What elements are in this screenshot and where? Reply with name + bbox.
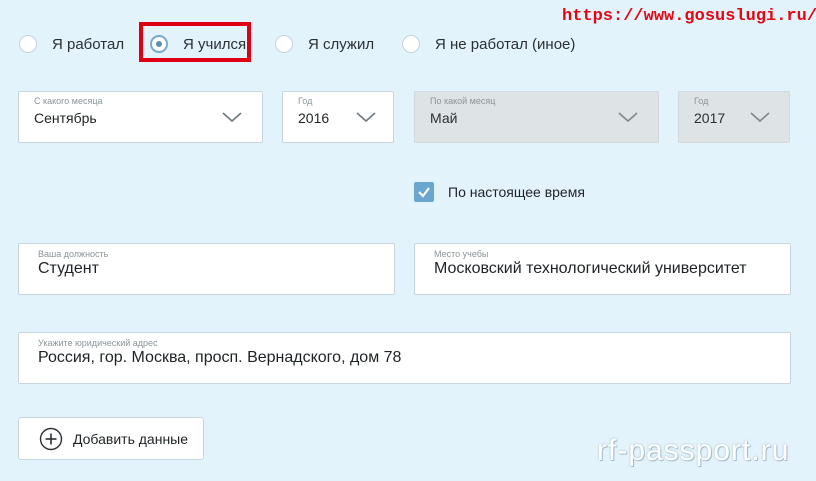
chevron-down-icon[interactable]	[221, 110, 243, 124]
watermark-site: rf-passport.ru	[597, 434, 790, 467]
checkmark-icon	[418, 187, 430, 198]
from-year-select[interactable]: Год 2016	[282, 91, 394, 143]
position-label: Ваша должность	[38, 249, 109, 259]
legal-address-value[interactable]: Россия, гор. Москва, просп. Вернадского,…	[38, 349, 401, 367]
position-field[interactable]: Ваша должность Студент	[18, 243, 395, 295]
add-data-label: Добавить данные	[73, 430, 189, 447]
plus-circle-icon	[39, 427, 63, 450]
radio-circle[interactable]	[402, 35, 420, 53]
study-place-value[interactable]: Московский технологический университет	[434, 260, 747, 278]
legal-address-label: Укажите юридический адрес	[38, 338, 158, 348]
from-month-select[interactable]: С какого месяца Сентябрь	[18, 91, 263, 143]
position-value[interactable]: Студент	[38, 260, 99, 278]
present-time-label: По настоящее время	[448, 184, 585, 200]
to-month-select[interactable]: По какой месяц Май	[414, 91, 659, 143]
from-year-value: 2016	[298, 110, 330, 126]
to-month-value: Май	[430, 110, 458, 126]
legal-address-field[interactable]: Укажите юридический адрес Россия, гор. М…	[18, 332, 791, 384]
to-year-select[interactable]: Год 2017	[678, 91, 790, 143]
chevron-down-icon[interactable]	[355, 110, 377, 124]
radio-label: Я не работал (иное)	[435, 35, 576, 53]
to-month-label: По какой месяц	[430, 96, 496, 106]
to-year-label: Год	[694, 96, 709, 106]
from-year-label: Год	[298, 96, 313, 106]
to-year-value: 2017	[694, 110, 726, 126]
radio-label: Я работал	[52, 35, 125, 53]
present-time-checkbox[interactable]	[414, 182, 434, 202]
radio-worked[interactable]: Я работал	[19, 33, 124, 55]
radio-not-worked[interactable]: Я не работал (иное)	[402, 33, 575, 55]
highlight-frame	[139, 22, 251, 62]
chevron-down-icon[interactable]	[617, 110, 639, 124]
radio-served[interactable]: Я служил	[275, 33, 374, 55]
watermark-url: https://www.gosuslugi.ru/	[562, 7, 816, 26]
radio-circle[interactable]	[275, 35, 293, 53]
chevron-down-icon[interactable]	[749, 110, 771, 124]
add-data-button[interactable]: Добавить данные	[18, 417, 204, 460]
from-month-value: Сентябрь	[34, 110, 97, 126]
study-place-label: Место учебы	[434, 249, 489, 259]
study-place-field[interactable]: Место учебы Московский технологический у…	[414, 243, 791, 295]
radio-circle[interactable]	[19, 35, 37, 53]
from-month-label: С какого месяца	[34, 96, 103, 106]
radio-label: Я служил	[308, 35, 375, 53]
